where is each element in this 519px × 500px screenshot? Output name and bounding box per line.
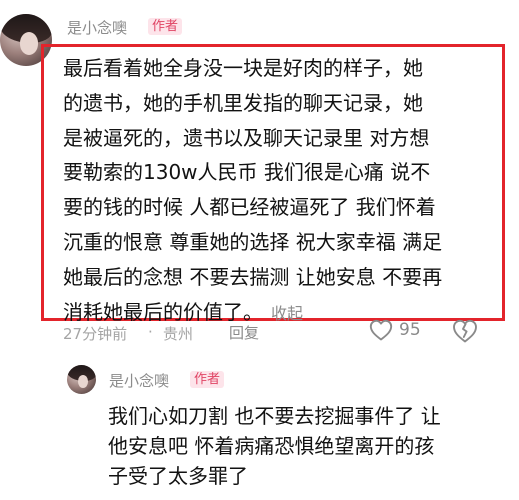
like-button[interactable]: 95 (369, 317, 421, 343)
reply-button[interactable]: 回复 (229, 322, 259, 343)
comment-location: 贵州 (163, 325, 194, 343)
comment-line: 沉重的恨意 尊重她的选择 祝大家幸福 满足 (63, 229, 443, 254)
comment-line: 是被逼死的，遗书以及聊天记录里 对方想 (63, 125, 430, 150)
comment-last-line: 消耗她最后的价值了。 收起 (63, 295, 503, 332)
comment-line: 消耗她最后的价值了。 (63, 299, 263, 324)
collapse-link[interactable]: 收起 (271, 304, 303, 323)
comment-line: 她最后的念想 不要去揣测 让她安息 不要再 (63, 264, 443, 289)
avatar-face (19, 32, 39, 56)
broken-heart-icon (453, 319, 477, 343)
comment-line: 最后看着她全身没一块是好肉的样子，她 (63, 56, 423, 80)
meta-separator: · (148, 323, 153, 341)
reply-avatar[interactable] (67, 365, 96, 394)
reply-author-name[interactable]: 是小念噢 (109, 370, 169, 391)
reply-line: 他安息吧 怀着病痛恐惧绝望离开的孩 (108, 434, 435, 458)
avatar-face (78, 375, 89, 388)
reply-author-badge: 作者 (190, 371, 225, 388)
reply-line: 我们心如刀割 也不要去挖掘事件了 让 (108, 404, 441, 428)
comment-line: 的遗书，她的手机里发指的聊天记录，她 (63, 90, 423, 115)
comment-author-name[interactable]: 是小念噢 (67, 17, 127, 38)
comment-time: 27分钟前 (63, 325, 128, 343)
comment-body: 最后看着她全身没一块是好肉的样子，她 的遗书，她的手机里发指的聊天记录，她 是被… (63, 51, 503, 331)
reply-line: 子受了太多罪了 (108, 464, 248, 488)
author-badge: 作者 (148, 18, 183, 35)
heart-outline-icon (369, 319, 393, 341)
comment-line: 要的钱的时候 人都已经被逼死了 我们怀着 (63, 195, 436, 220)
comment-line: 要勒索的130w人民币 我们很是心痛 说不 (63, 160, 431, 185)
reply-body: 我们心如刀割 也不要去挖掘事件了 让 他安息吧 怀着病痛恐惧绝望离开的孩 子受了… (108, 401, 508, 491)
dislike-button[interactable] (451, 318, 479, 344)
like-count: 95 (399, 320, 421, 340)
